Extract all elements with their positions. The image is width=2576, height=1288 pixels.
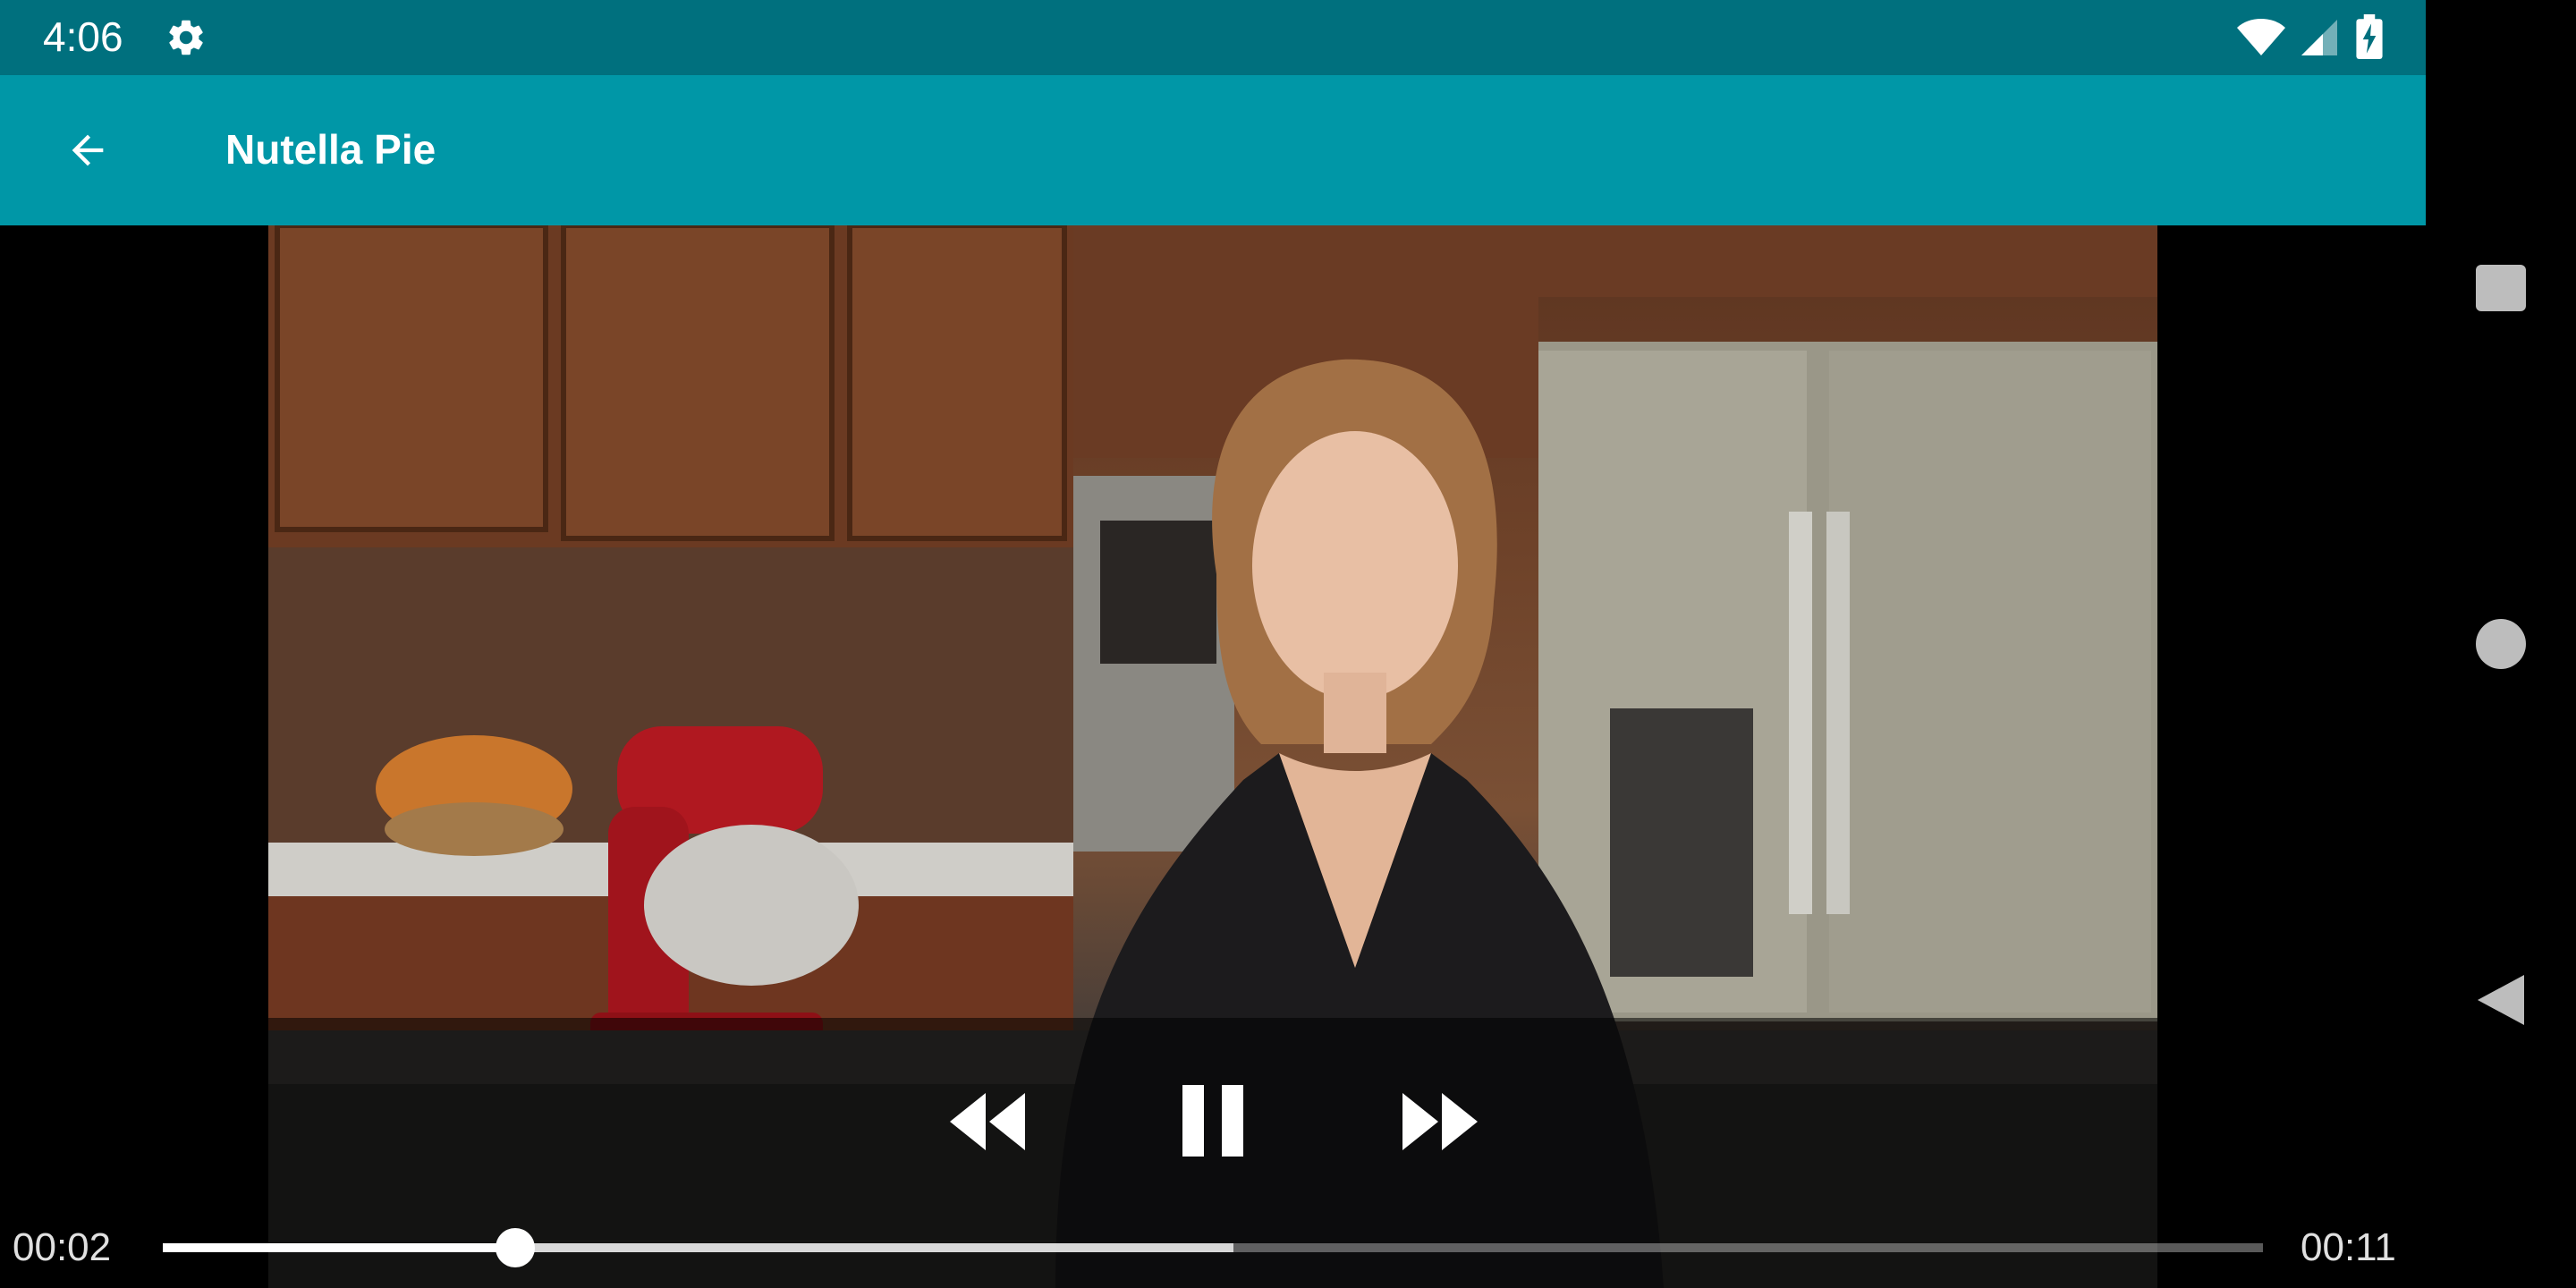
fast-forward-button[interactable] — [1395, 1086, 1481, 1157]
wifi-icon — [2237, 19, 2285, 55]
arrow-back-icon — [72, 134, 104, 166]
signal-icon — [2301, 20, 2337, 55]
rewind-button[interactable] — [946, 1086, 1032, 1157]
system-nav-bar — [2426, 0, 2576, 1288]
rewind-icon — [950, 1093, 1025, 1150]
settings-icon — [169, 20, 203, 55]
battery-charging-icon — [2356, 14, 2383, 59]
seek-played — [163, 1243, 516, 1252]
home-circle-icon[interactable] — [2476, 619, 2526, 669]
status-time: 4:06 — [43, 13, 123, 60]
pause-button[interactable] — [1179, 1080, 1247, 1161]
time-total: 00:11 — [2301, 1225, 2396, 1269]
back-button[interactable] — [50, 118, 125, 182]
status-bar: 4:06 — [0, 0, 2426, 75]
time-elapsed: 00:02 — [13, 1225, 112, 1269]
seek-bar[interactable] — [163, 1228, 2263, 1267]
fast-forward-icon — [1402, 1093, 1478, 1150]
app-bar: Nutella Pie — [0, 75, 2426, 225]
page-title: Nutella Pie — [225, 126, 436, 173]
back-triangle-icon[interactable] — [2474, 973, 2528, 1027]
pause-icon — [1182, 1085, 1243, 1157]
recents-square-icon[interactable] — [2476, 265, 2526, 311]
